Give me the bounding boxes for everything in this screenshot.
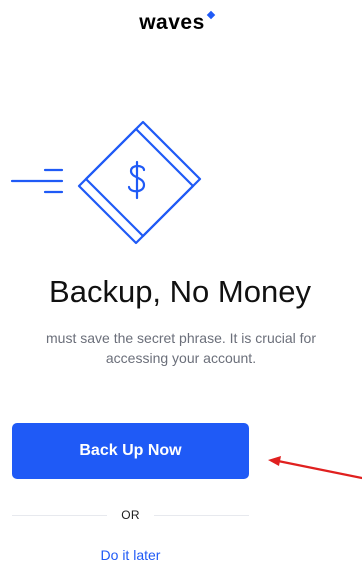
or-label: OR	[121, 508, 140, 522]
red-arrow-icon	[268, 456, 362, 480]
divider-line-right	[153, 514, 250, 516]
description-line-1: must save the secret phrase. It is cruci…	[46, 330, 316, 346]
description-line-2: accessing your account.	[105, 350, 257, 366]
backup-description: must save the secret phrase. It is cruci…	[0, 328, 362, 368]
waves-logo: waves	[0, 10, 362, 36]
back-up-now-label: Back Up Now	[79, 442, 182, 459]
logo-wordmark: waves	[139, 11, 205, 34]
divider-line-left	[12, 514, 108, 516]
page-title: Backup, No Money	[49, 274, 311, 309]
back-up-now-button[interactable]: Back Up Now	[12, 423, 249, 479]
do-it-later-link[interactable]: Do it later	[12, 547, 249, 563]
or-divider: OR	[12, 506, 250, 524]
logo-diamond-icon	[206, 10, 216, 20]
dollar-diamond-icon	[10, 120, 202, 245]
